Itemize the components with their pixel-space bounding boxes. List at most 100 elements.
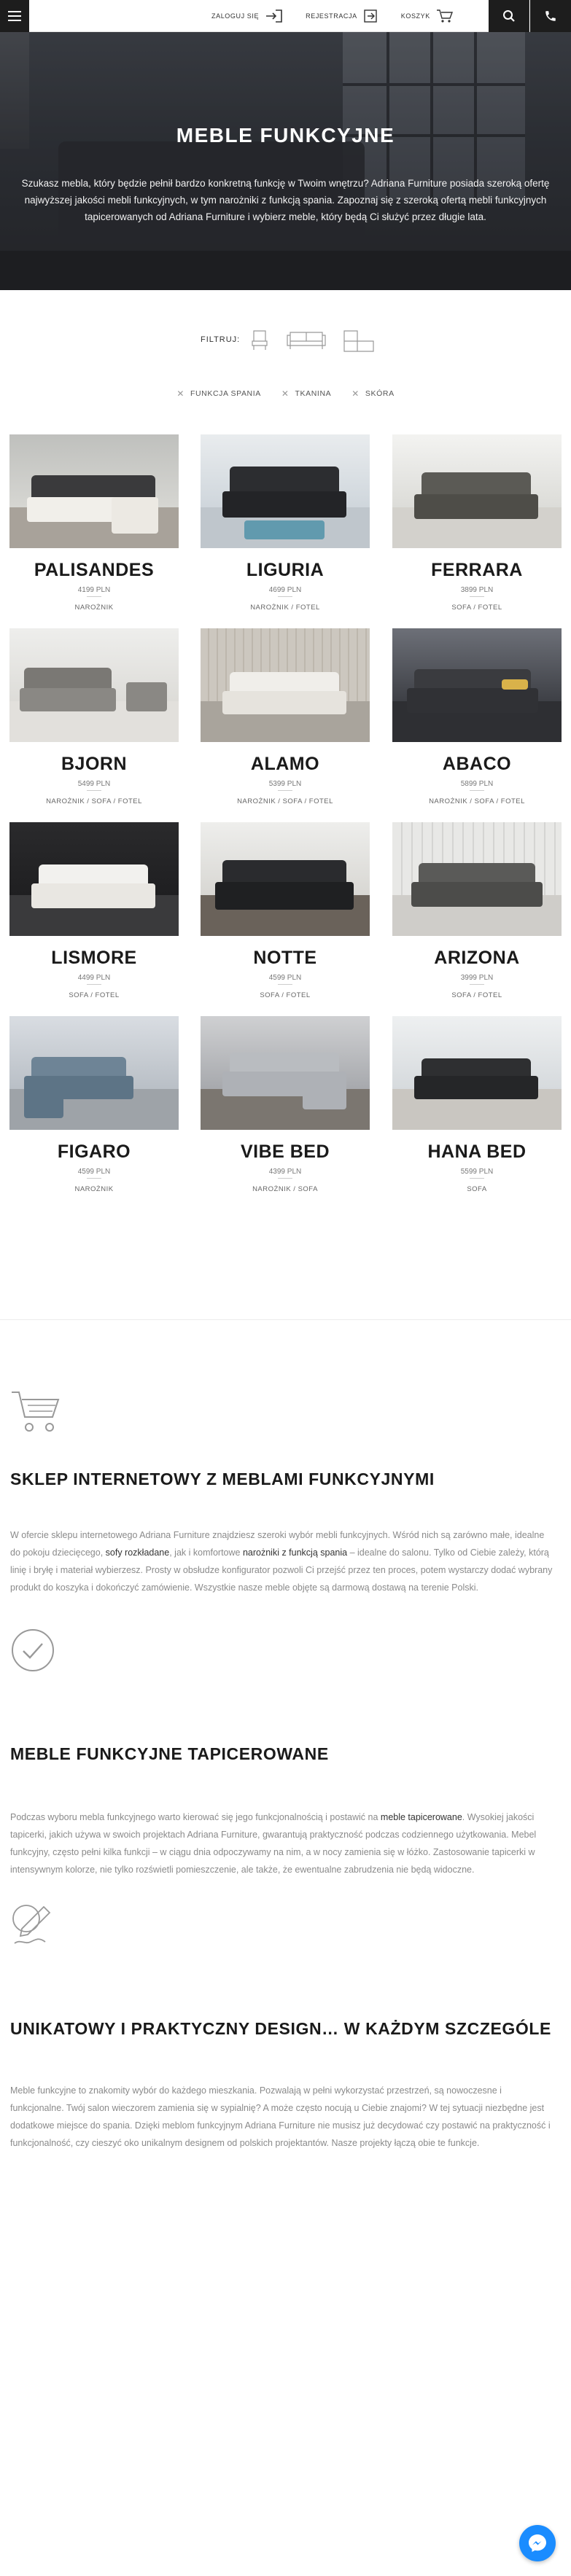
product-name[interactable]: PALISANDES [9,560,179,581]
product-card[interactable]: ALAMO 5399 PLN NAROŻNIK / SOFA / FOTEL [201,628,370,818]
corner-sofa-link[interactable]: narożniki z funkcją spania [243,1547,347,1558]
remove-tag-icon[interactable]: ✕ [281,389,290,399]
filter-tag[interactable]: ✕ SKÓRA [351,386,394,401]
product-card[interactable]: ARIZONA 3999 PLN SOFA / FOTEL [392,822,562,1012]
product-category: SOFA / FOTEL [69,991,120,999]
product-image[interactable] [201,1016,370,1130]
search-button[interactable] [489,0,529,32]
product-image[interactable] [9,822,179,936]
phone-button[interactable] [530,0,571,32]
product-name[interactable]: BJORN [9,754,179,775]
hero-overlay [0,32,571,290]
messenger-chat-button[interactable] [519,2525,556,2561]
divider [470,596,484,597]
divider [278,790,292,791]
product-price: 5599 PLN [460,1168,494,1176]
hamburger-menu-button[interactable] [0,0,29,32]
product-image[interactable] [201,434,370,548]
active-filter-tags: ✕ FUNKCJA SPANIA ✕ TKANINA ✕ SKÓRA [0,386,571,401]
divider [87,790,101,791]
filter-tag-label: FUNKCJA SPANIA [190,389,261,398]
section-text: W ofercie sklepu internetowego Adriana F… [10,1526,556,1596]
product-image[interactable] [392,822,562,936]
product-card[interactable]: FIGARO 4599 PLN NAROŻNIK [9,1016,179,1206]
corner-sofa-filter-icon[interactable] [341,325,376,360]
product-image[interactable] [9,1016,179,1130]
upholstered-link[interactable]: meble tapicerowane [381,1812,462,1822]
product-price: 4399 PLN [268,1168,302,1176]
product-card[interactable]: LISMORE 4499 PLN SOFA / FOTEL [9,822,179,1012]
product-name[interactable]: FERRARA [392,560,562,581]
product-category: SOFA / FOTEL [451,604,502,612]
section-text: Meble funkcyjne to znakomity wybór do ka… [10,2085,551,2148]
section-title: SKLEP INTERNETOWY Z MEBLAMI FUNKCYJNYMI [10,1470,435,1488]
product-image[interactable] [9,628,179,742]
product-category: NAROŻNIK / SOFA / FOTEL [46,797,142,805]
text-fragment: , jak i komfortowe [169,1547,243,1558]
product-name[interactable]: FIGARO [9,1141,179,1163]
product-card[interactable]: VIBE BED 4399 PLN NAROŻNIK / SOFA [201,1016,370,1206]
product-name[interactable]: ABACO [392,754,562,775]
remove-tag-icon[interactable]: ✕ [351,389,360,399]
product-card[interactable]: LIGURIA 4699 PLN NAROŻNIK / FOTEL [201,434,370,624]
product-name[interactable]: NOTTE [201,948,370,969]
register-label: REJESTRACJA [306,12,357,20]
remove-tag-icon[interactable]: ✕ [176,389,184,399]
divider [470,790,484,791]
register-link[interactable]: REJESTRACJA [306,9,379,23]
search-icon [502,10,515,22]
cart-link[interactable]: KOSZYK [401,9,454,23]
product-image[interactable] [392,628,562,742]
filter-tag[interactable]: ✕ FUNKCJA SPANIA [176,386,261,401]
product-category: SOFA [467,1185,487,1193]
product-image[interactable] [9,434,179,548]
product-category: NAROŻNIK / SOFA / FOTEL [429,797,525,805]
filter-tag-label: TKANINA [295,389,332,398]
product-name[interactable]: ARIZONA [392,948,562,969]
product-category: NAROŻNIK / FOTEL [250,604,320,612]
product-category: NAROŻNIK [74,604,114,612]
product-card[interactable]: NOTTE 4599 PLN SOFA / FOTEL [201,822,370,1012]
login-link[interactable]: ZALOGUJ SIĘ [211,9,284,23]
product-category: NAROŻNIK / SOFA / FOTEL [237,797,333,805]
register-icon [364,9,377,23]
product-name[interactable]: LIGURIA [201,560,370,581]
product-price: 3999 PLN [460,974,494,982]
product-image[interactable] [201,822,370,936]
filter-tag[interactable]: ✕ TKANINA [281,386,331,401]
product-price: 4199 PLN [77,586,111,594]
section-text: Podczas wyboru mebla funkcyjnego warto k… [10,1808,556,1878]
product-image[interactable] [392,434,562,548]
divider [278,1178,292,1179]
divider [87,1178,101,1179]
divider [278,984,292,985]
product-card[interactable]: ABACO 5899 PLN NAROŻNIK / SOFA / FOTEL [392,628,562,818]
divider [278,596,292,597]
sofa-filter-icon[interactable] [286,325,327,354]
product-name[interactable]: VIBE BED [201,1141,370,1163]
sofa-link[interactable]: sofy rozkładane [106,1547,170,1558]
armchair-filter-icon[interactable] [249,325,270,354]
product-price: 5499 PLN [77,780,111,788]
product-card[interactable]: PALISANDES 4199 PLN NAROŻNIK [9,434,179,624]
product-image[interactable] [392,1016,562,1130]
check-circle-icon [12,1629,54,1671]
login-label: ZALOGUJ SIĘ [211,12,260,20]
product-card[interactable]: FERRARA 3899 PLN SOFA / FOTEL [392,434,562,624]
product-price: 3899 PLN [460,586,494,594]
product-name[interactable]: HANA BED [392,1141,562,1163]
product-name[interactable]: LISMORE [9,948,179,969]
product-category: NAROŻNIK [74,1185,114,1193]
product-image[interactable] [201,628,370,742]
pencil-design-icon [12,1905,51,1944]
product-name[interactable]: ALAMO [201,754,370,775]
top-navigation-bar: ZALOGUJ SIĘ REJESTRACJA KOSZYK [0,0,571,32]
hero-banner: MEBLE FUNKCYJNE Szukasz mebla, który będ… [0,32,571,290]
cart-icon [12,1392,60,1432]
product-card[interactable]: BJORN 5499 PLN NAROŻNIK / SOFA / FOTEL [9,628,179,818]
product-card[interactable]: HANA BED 5599 PLN SOFA [392,1016,562,1206]
filter-tag-label: SKÓRA [365,389,395,398]
divider [87,596,101,597]
section-title: MEBLE FUNKCYJNE TAPICEROWANE [10,1744,329,1763]
account-links: ZALOGUJ SIĘ REJESTRACJA KOSZYK [211,0,475,32]
